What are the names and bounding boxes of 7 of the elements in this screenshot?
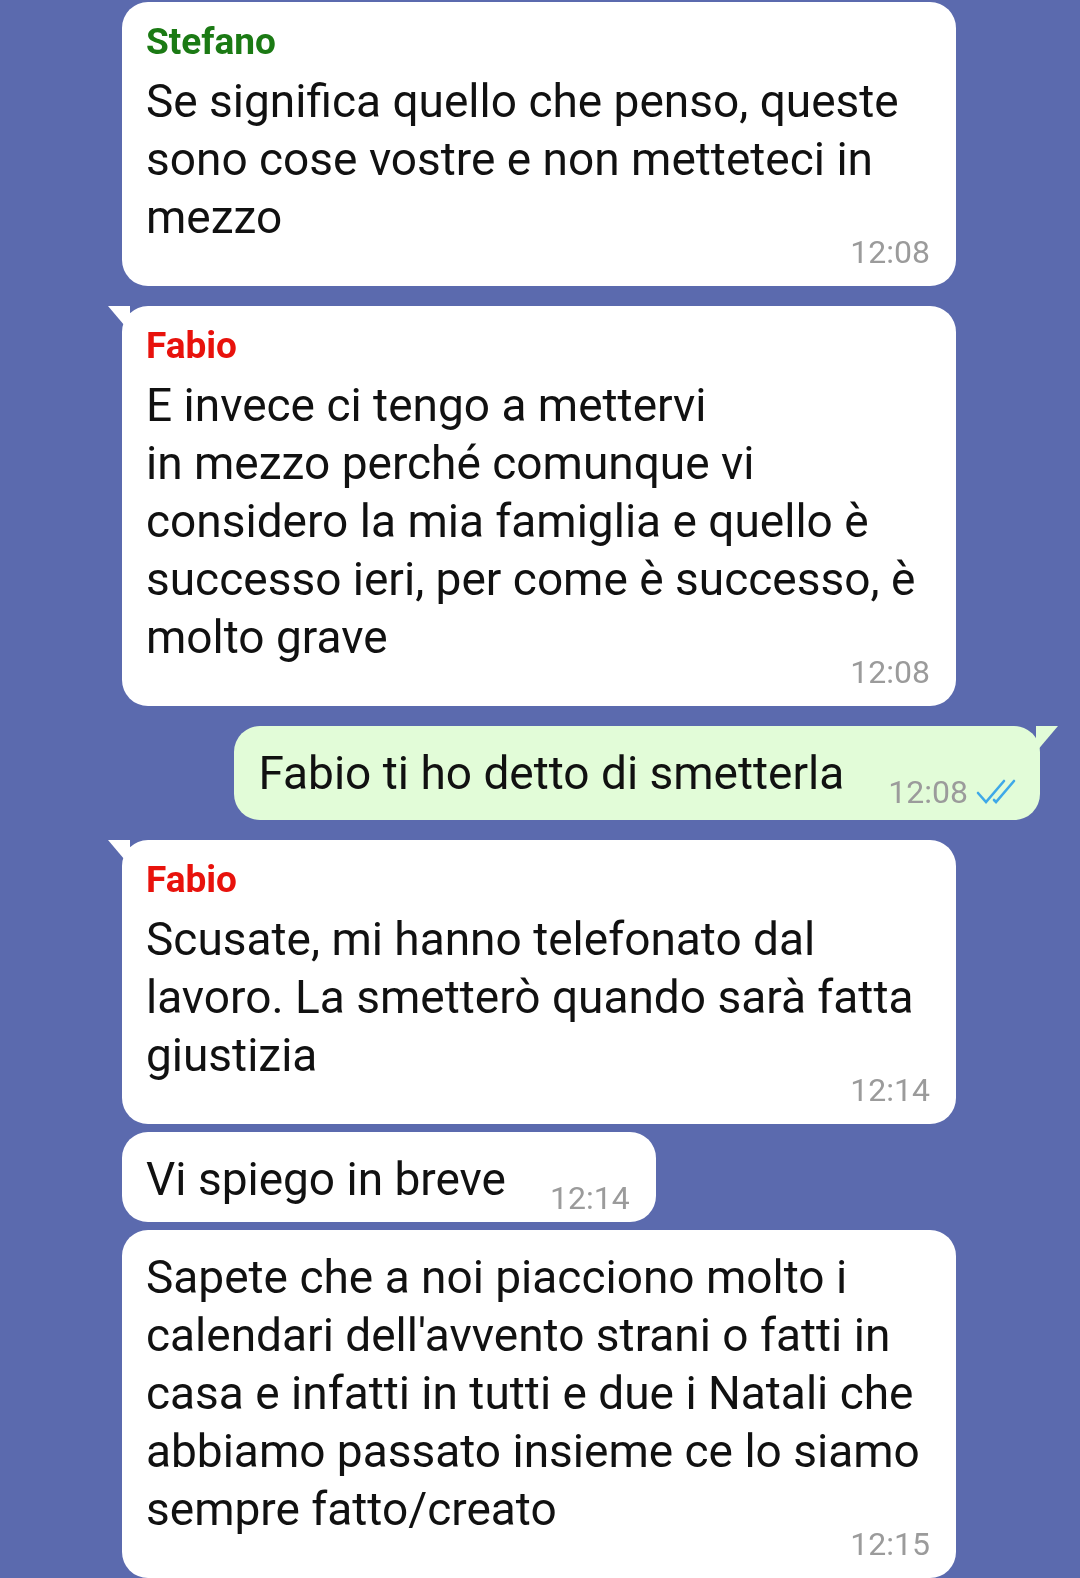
message-time: 12:14 <box>550 1178 630 1218</box>
sender-name: Fabio <box>146 324 238 368</box>
message-time: 12:08 <box>888 772 968 812</box>
sender-name: Fabio <box>146 858 238 902</box>
message-text: Fabio ti ho detto di smetterla <box>258 745 845 802</box>
message-text: Vi spiego in breve <box>146 1151 506 1208</box>
sender-name: Stefano <box>146 20 277 64</box>
